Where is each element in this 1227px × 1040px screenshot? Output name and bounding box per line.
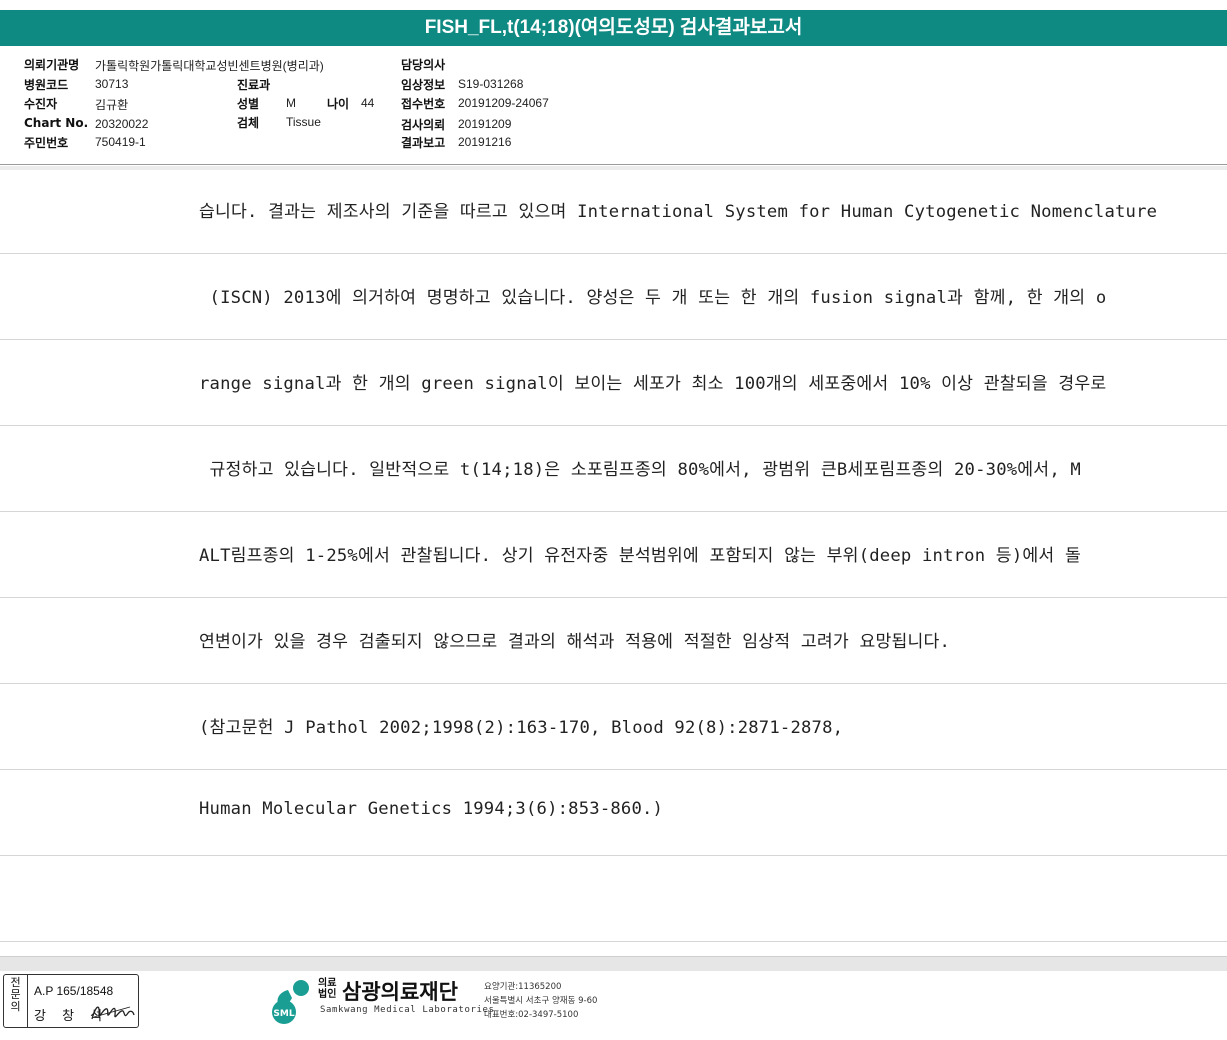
- logo-icon-text: SML: [273, 1009, 294, 1019]
- sml-logo-icon: SML: [272, 980, 309, 1024]
- company-name: 삼광의료재단: [342, 980, 458, 1004]
- report-line: 규정하고 있습니다. 일반적으로 t(14;18)은 소포림프종의 80%에서,…: [0, 426, 1227, 512]
- report-line-text: range signal과 한 개의 green signal이 보이는 세포가…: [199, 374, 1107, 394]
- sex-label: 성별: [237, 97, 260, 111]
- report-date-value: 20191216: [458, 135, 512, 149]
- specimen-label: 검체: [237, 116, 260, 130]
- report-line: [0, 856, 1227, 942]
- chart-no-label: Chart No.: [24, 116, 89, 130]
- request-date-value: 20191209: [458, 117, 512, 131]
- company-phone: 대표번호:02-3497-5100: [484, 1010, 579, 1020]
- handwritten-signature-icon: [91, 1006, 135, 1020]
- chart-no-value: 20320022: [95, 117, 149, 131]
- report-line: 습니다. 결과는 제조사의 기준을 따르고 있으며 International …: [0, 168, 1227, 254]
- doctor-label: 담당의사: [401, 58, 446, 72]
- logo-prefix: 의료 법인: [318, 978, 337, 1000]
- company-contact: 요양기관:11365200 서울특별시 서초구 양재동 9-60 대표번호:02…: [484, 980, 597, 1022]
- specialist-label: 전 문 의: [4, 975, 28, 1027]
- report-line: Human Molecular Genetics 1994;3(6):853-8…: [0, 770, 1227, 856]
- report-line-text: 규정하고 있습니다. 일반적으로 t(14;18)은 소포림프종의 80%에서,…: [199, 460, 1081, 480]
- receipt-no-value: 20191209-24067: [458, 96, 549, 110]
- company-english-name: Samkwang Medical Laboratories: [320, 1005, 495, 1015]
- sex-value: M: [286, 96, 296, 110]
- company-address: 서울특별시 서초구 양재동 9-60: [484, 996, 598, 1006]
- resident-no-value: 750419-1: [95, 135, 146, 149]
- institution-value: 가톨릭학원가톨릭대학교성빈센트병원(병리과): [95, 59, 324, 73]
- clinical-info-label: 임상정보: [401, 78, 446, 92]
- hospital-code-label: 병원코드: [24, 78, 69, 92]
- license-number: A.P 165/18548: [34, 984, 114, 998]
- report-line-text: 습니다. 결과는 제조사의 기준을 따르고 있으며 International …: [199, 202, 1158, 222]
- resident-no-label: 주민번호: [24, 136, 69, 150]
- report-line-text: (ISCN) 2013에 의거하여 명명하고 있습니다. 양성은 두 개 또는 …: [199, 288, 1107, 308]
- hospital-code-value: 30713: [95, 77, 129, 91]
- report-line-text: ALT림프종의 1-25%에서 관찰됩니다. 상기 유전자중 분석범위에 포함되…: [199, 546, 1081, 566]
- report-line: (참고문헌 J Pathol 2002;1998(2):163-170, Blo…: [0, 684, 1227, 770]
- patient-info-panel: 의뢰기관명 가톨릭학원가톨릭대학교성빈센트병원(병리과) 병원코드 30713 …: [0, 56, 1227, 162]
- report-line-text: Human Molecular Genetics 1994;3(6):853-8…: [199, 799, 664, 819]
- age-value: 44: [361, 96, 375, 110]
- patient-label: 수진자: [24, 97, 58, 111]
- footer-divider: [0, 956, 1227, 971]
- header-divider: [0, 164, 1227, 165]
- report-line: ALT림프종의 1-25%에서 관찰됩니다. 상기 유전자중 분석범위에 포함되…: [0, 512, 1227, 598]
- institution-label: 의뢰기관명: [24, 58, 80, 72]
- report-line: (ISCN) 2013에 의거하여 명명하고 있습니다. 양성은 두 개 또는 …: [0, 254, 1227, 340]
- report-body: 습니다. 결과는 제조사의 기준을 따르고 있으며 International …: [0, 168, 1227, 942]
- age-label: 나이: [327, 97, 350, 111]
- clinical-info-value: S19-031268: [458, 77, 524, 91]
- signature-box: 전 문 의 A.P 165/18548 강 창 석: [3, 974, 139, 1028]
- report-line: range signal과 한 개의 green signal이 보이는 세포가…: [0, 340, 1227, 426]
- report-title: FISH_FL,t(14;18)(여의도성모) 검사결과보고서: [0, 10, 1227, 46]
- department-label: 진료과: [237, 78, 271, 92]
- report-line-text: 연변이가 있을 경우 검출되지 않으므로 결과의 해석과 적용에 적절한 임상적…: [199, 632, 951, 652]
- receipt-no-label: 접수번호: [401, 97, 446, 111]
- report-line-text: (참고문헌 J Pathol 2002;1998(2):163-170, Blo…: [199, 718, 844, 738]
- patient-value: 김규환: [95, 98, 129, 112]
- report-date-label: 결과보고: [401, 136, 446, 150]
- institution-code: 요양기관:11365200: [484, 982, 562, 992]
- request-date-label: 검사의뢰: [401, 118, 446, 132]
- report-line: 연변이가 있을 경우 검출되지 않으므로 결과의 해석과 적용에 적절한 임상적…: [0, 598, 1227, 684]
- specimen-value: Tissue: [286, 115, 321, 129]
